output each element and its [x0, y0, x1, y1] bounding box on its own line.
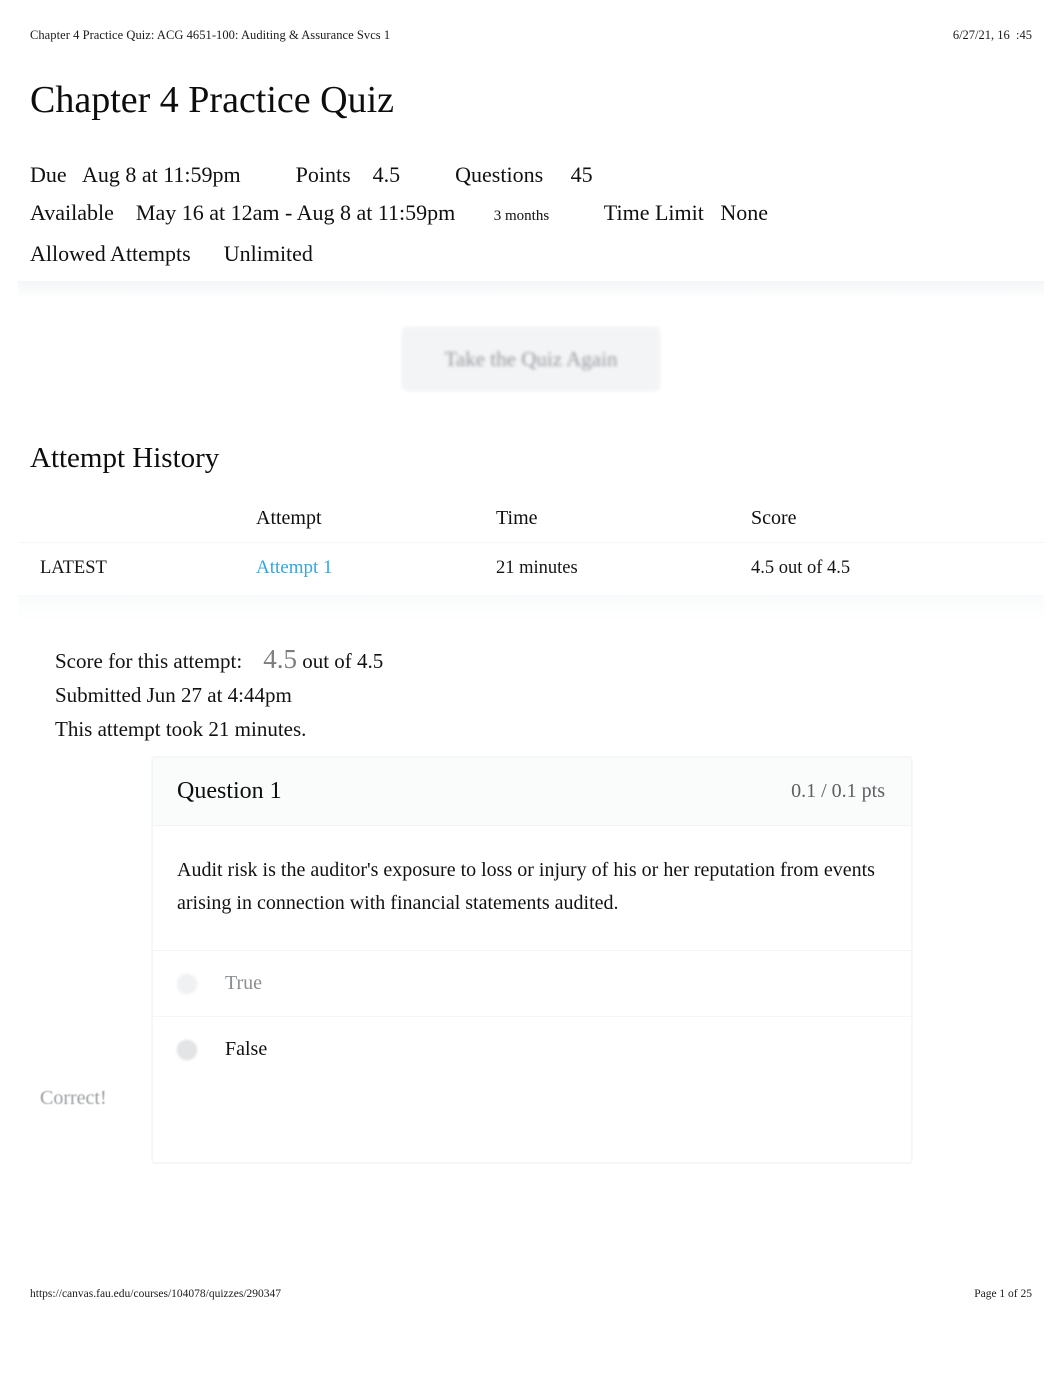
question-points: 0.1 / 0.1 pts [791, 780, 885, 802]
answer-option-true[interactable]: True [153, 950, 911, 1016]
print-header-title: Chapter 4 Practice Quiz: ACG 4651-100: A… [30, 28, 391, 42]
attempt-duration-line: This attempt took 21 minutes. [55, 717, 307, 741]
print-footer: https://canvas.fau.edu/courses/104078/qu… [30, 1288, 1032, 1300]
attempt-latest-flag: LATEST [40, 557, 107, 578]
quiz-meta-available: Available May 16 at 12am - Aug 8 at 11:5… [30, 200, 494, 225]
question-text: Audit risk is the auditor's exposure to … [177, 859, 875, 914]
quiz-meta-time-limit: Time Limit None [549, 200, 768, 225]
column-header-score: Score [751, 507, 797, 529]
attempt-history-title: Attempt History [30, 442, 220, 474]
meta-divider [18, 281, 1044, 299]
question-header: Question 1 0.1 / 0.1 pts [153, 758, 911, 826]
attempt-history-head: Attempt Time Score [18, 503, 1044, 543]
attempt-history-body: LATEST Attempt 1 21 minutes 4.5 out of 4… [18, 543, 1044, 596]
attempt-history-table: Attempt Time Score LATEST Attempt 1 21 m… [18, 503, 1044, 596]
quiz-meta-allowed-attempts: Allowed Attempts Unlimited [30, 241, 313, 266]
retake-button-container: Take the Quiz Again [0, 327, 1062, 391]
score-out-of: out of 4.5 [302, 649, 384, 673]
attempt-1-link[interactable]: Attempt 1 [256, 557, 333, 578]
print-footer-url: https://canvas.fau.edu/courses/104078/qu… [30, 1288, 282, 1300]
print-header-timestamp: 6/27/21, 16 :45 [952, 28, 1032, 42]
radio-button-icon[interactable] [177, 973, 197, 994]
correct-answer-flag: Correct! [40, 1087, 107, 1109]
attempt-link-cell: Attempt 1 [256, 543, 496, 596]
page-title: Chapter 4 Practice Quiz [30, 79, 395, 121]
attempt-table-footer-shade [18, 595, 1044, 621]
column-header-time: Time [496, 507, 538, 529]
question-title: Question 1 [177, 778, 282, 804]
quiz-metadata: Due Aug 8 at 11:59pm Points 4.5 Question… [30, 156, 1032, 273]
column-header-blank [18, 503, 256, 543]
table-header-row: Attempt Time Score [18, 503, 1044, 543]
quiz-meta-available-timelimit: Available May 16 at 12am - Aug 8 at 11:5… [30, 194, 1032, 235]
score-label: Score for this attempt: [55, 649, 243, 673]
question-card: Question 1 0.1 / 0.1 pts Audit risk is t… [152, 757, 912, 1163]
print-header: Chapter 4 Practice Quiz: ACG 4651-100: A… [30, 28, 1032, 43]
table-row: LATEST Attempt 1 21 minutes 4.5 out of 4… [18, 543, 1044, 596]
quiz-meta-duration: 3 months [493, 208, 550, 224]
score-for-this-attempt-line: Score for this attempt: 4.5 out of 4.5 [55, 642, 383, 678]
attempt-score-cell: 4.5 out of 4.5 [751, 557, 851, 578]
answer-list: True False [153, 950, 911, 1082]
take-quiz-again-button[interactable]: Take the Quiz Again [402, 327, 660, 391]
attempt-time-cell: 21 minutes [496, 557, 578, 578]
score-summary: Score for this attempt: 4.5 out of 4.5 S… [55, 642, 383, 746]
answer-option-false[interactable]: False [153, 1016, 911, 1082]
column-header-attempt: Attempt [256, 507, 322, 529]
submitted-line: Submitted Jun 27 at 4:44pm [55, 683, 292, 707]
score-value: 4.5 [263, 644, 297, 674]
answer-label-true: True [225, 972, 263, 994]
print-footer-page-number: Page 1 of 25 [974, 1288, 1032, 1300]
radio-button-selected-icon[interactable] [177, 1039, 197, 1060]
quiz-meta-due-points-questions: Due Aug 8 at 11:59pm Points 4.5 Question… [30, 162, 593, 187]
answer-label-false: False [225, 1038, 268, 1060]
